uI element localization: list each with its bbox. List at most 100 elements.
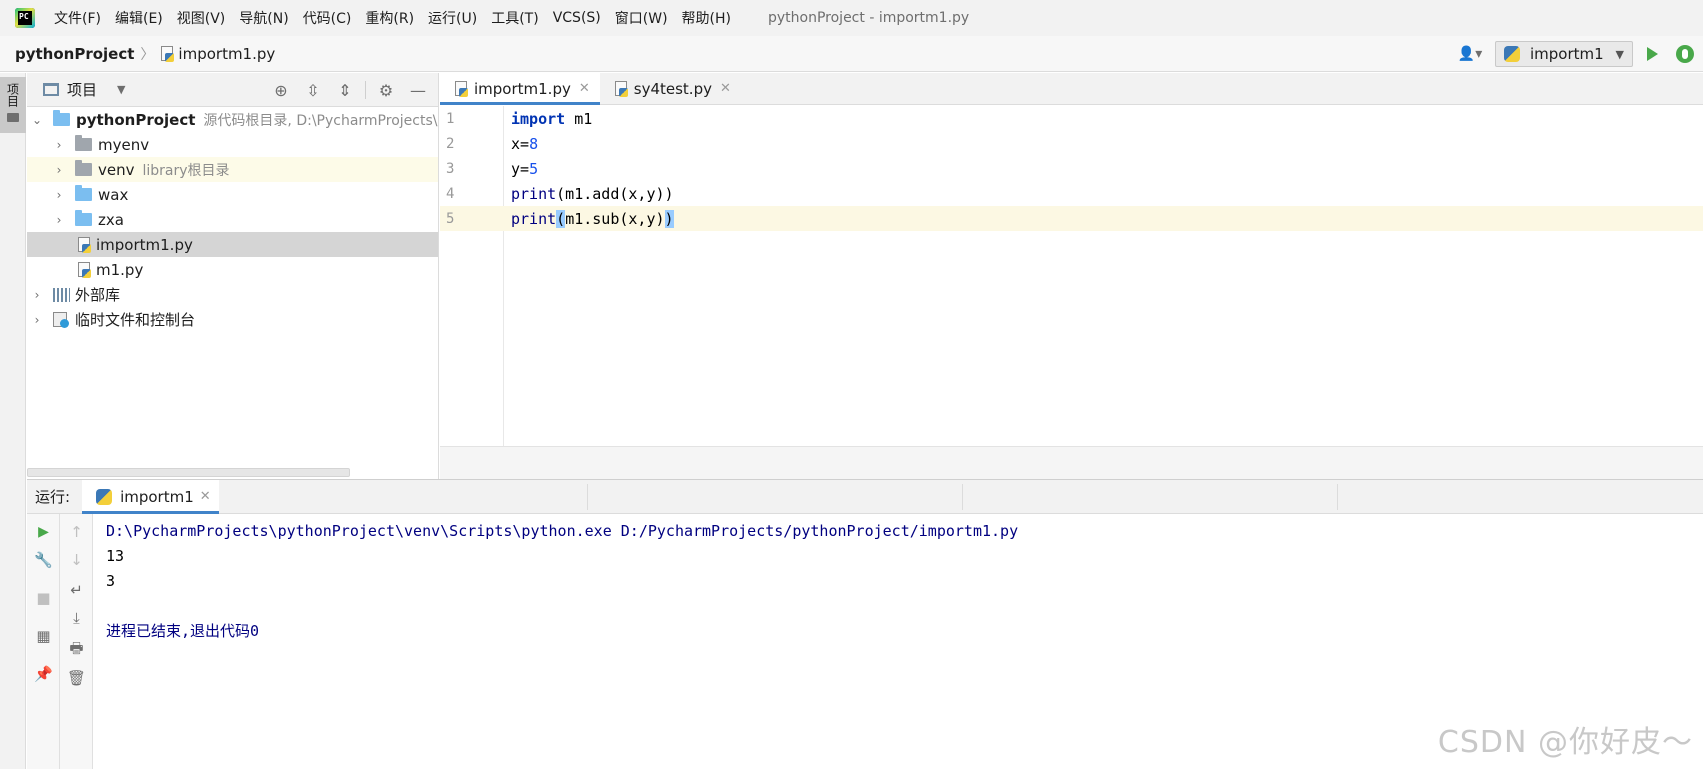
- print-icon[interactable]: 🖶: [60, 638, 93, 662]
- editor: importm1.py ✕ sy4test.py ✕ 1 import m1 2…: [440, 73, 1703, 479]
- run-toolbar-primary: ▶ 🔧 ■ ▦ 📌: [27, 514, 60, 769]
- code-line-current[interactable]: 5 print(m1.sub(x,y)): [440, 206, 1703, 231]
- run-configuration-select[interactable]: importm1 ▼: [1495, 41, 1633, 67]
- pin-icon[interactable]: 📌: [27, 662, 60, 686]
- chevron-right-icon[interactable]: ›: [31, 288, 43, 302]
- arrow-down-icon[interactable]: ↓: [60, 548, 93, 572]
- run-panel-header: 运行: importm1 ✕: [27, 480, 1703, 514]
- menu-code[interactable]: 代码(C): [296, 8, 359, 28]
- tree-item-scratches[interactable]: › 临时文件和控制台: [27, 307, 438, 332]
- user-icon[interactable]: 👤▾: [1451, 42, 1489, 66]
- wrench-icon[interactable]: 🔧: [27, 548, 60, 572]
- code-text: import m1: [511, 109, 593, 128]
- line-number: 3: [446, 160, 455, 177]
- tab-sy4test[interactable]: sy4test.py ✕: [600, 73, 741, 104]
- rerun-icon[interactable]: ▶: [27, 520, 60, 544]
- code-line[interactable]: 1 import m1: [440, 106, 1703, 131]
- chevron-right-icon[interactable]: ›: [53, 188, 65, 202]
- tree-item-wax[interactable]: › wax: [27, 182, 438, 207]
- python-file-icon: [614, 80, 628, 97]
- chevron-down-icon[interactable]: ⌄: [31, 113, 43, 127]
- code-line[interactable]: 4 print(m1.add(x,y)): [440, 181, 1703, 206]
- stop-icon[interactable]: ■: [27, 586, 60, 610]
- chevron-right-icon[interactable]: ›: [31, 313, 43, 327]
- tree-item-myenv[interactable]: › myenv: [27, 132, 438, 157]
- tree-item-pythonproject[interactable]: ⌄ pythonProject 源代码根目录, D:\PycharmProjec…: [27, 107, 438, 132]
- tree-item-label: zxa: [98, 210, 124, 229]
- pycharm-logo-icon: PC: [15, 8, 35, 28]
- menu-view[interactable]: 视图(V): [170, 8, 233, 28]
- collapse-all-icon[interactable]: ⇕: [329, 77, 361, 103]
- left-tool-stripe: 项目: [0, 73, 26, 769]
- menu-help[interactable]: 帮助(H): [675, 8, 738, 28]
- run-button[interactable]: [1647, 47, 1658, 61]
- console-line: 13: [106, 547, 125, 565]
- header-divider: [1337, 484, 1338, 510]
- debug-button[interactable]: [1676, 45, 1694, 63]
- project-panel-title[interactable]: 项目: [67, 79, 97, 100]
- arrow-up-icon[interactable]: ↑: [60, 520, 93, 544]
- breadcrumb-project[interactable]: pythonProject: [15, 45, 134, 63]
- close-icon[interactable]: ✕: [579, 81, 590, 96]
- menu-run[interactable]: 运行(U): [421, 8, 484, 28]
- watermark: CSDN @你好皮～: [1437, 725, 1693, 760]
- tree-item-venv[interactable]: › venv library根目录: [27, 157, 438, 182]
- tab-label: importm1.py: [474, 79, 571, 98]
- chevron-right-icon[interactable]: ›: [53, 213, 65, 227]
- code-line[interactable]: 3 y=5: [440, 156, 1703, 181]
- console-line: 进程已结束,退出代码0: [106, 622, 260, 640]
- close-icon[interactable]: ✕: [200, 489, 211, 504]
- folder-icon: [75, 210, 92, 226]
- expand-all-icon[interactable]: ⇳: [297, 77, 329, 103]
- chevron-down-icon[interactable]: ▼: [117, 83, 125, 96]
- python-file-icon: [454, 80, 468, 97]
- project-tree: ⌄ pythonProject 源代码根目录, D:\PycharmProjec…: [27, 107, 438, 332]
- window-title: pythonProject - importm1.py: [768, 10, 970, 26]
- python-icon: [96, 488, 113, 505]
- menu-bar: PC 文件(F) 编辑(E) 视图(V) 导航(N) 代码(C) 重构(R) 运…: [0, 0, 1703, 36]
- navigation-bar: pythonProject 〉 importm1.py 👤▾ importm1 …: [0, 36, 1703, 72]
- gear-icon[interactable]: ⚙: [370, 77, 402, 103]
- menu-vcs[interactable]: VCS(S): [546, 10, 608, 26]
- code-area[interactable]: 1 import m1 2 x=8 3 y=5 4 print(m1.add(x…: [440, 106, 1703, 446]
- scratch-icon: [53, 311, 70, 328]
- layout-icon[interactable]: ▦: [27, 624, 60, 648]
- minimize-icon[interactable]: —: [402, 77, 434, 103]
- close-icon[interactable]: ✕: [720, 81, 731, 96]
- line-number: 5: [446, 210, 455, 227]
- python-file-icon: [160, 45, 175, 62]
- tab-importm1[interactable]: importm1.py ✕: [440, 73, 600, 105]
- scroll-to-end-icon[interactable]: ⤓: [60, 606, 93, 630]
- menu-tools[interactable]: 工具(T): [484, 8, 545, 28]
- folder-icon: [75, 185, 92, 201]
- tree-item-hint: library根目录: [142, 162, 230, 179]
- breadcrumb-file[interactable]: importm1.py: [178, 45, 275, 63]
- locate-icon[interactable]: ⊕: [265, 77, 297, 103]
- chevron-right-icon[interactable]: ›: [53, 138, 65, 152]
- tree-item-label: myenv: [98, 135, 150, 154]
- run-tab-importm1[interactable]: importm1 ✕: [82, 480, 219, 514]
- tree-item-m1[interactable]: m1.py: [27, 257, 438, 282]
- run-panel: 运行: importm1 ✕ ▶ 🔧 ■ ▦ 📌 ↑ ↓ ↵ ⤓ 🖶 🗑 D:\…: [27, 479, 1703, 769]
- tree-item-zxa[interactable]: › zxa: [27, 207, 438, 232]
- trash-icon[interactable]: 🗑: [60, 666, 93, 690]
- run-toolbar-secondary: ↑ ↓ ↵ ⤓ 🖶 🗑: [60, 514, 93, 769]
- toolbar-divider: [365, 81, 366, 99]
- folder-icon: [75, 135, 92, 151]
- tab-label: sy4test.py: [633, 79, 712, 98]
- chevron-right-icon[interactable]: ›: [53, 163, 65, 177]
- horizontal-scrollbar[interactable]: [27, 468, 350, 477]
- menu-edit[interactable]: 编辑(E): [108, 8, 170, 28]
- project-tool-tab[interactable]: 项目: [0, 77, 26, 133]
- code-line[interactable]: 2 x=8: [440, 131, 1703, 156]
- code-text: y=5: [511, 159, 539, 178]
- tree-item-external-libraries[interactable]: › 外部库: [27, 282, 438, 307]
- project-panel-header: 项目 ▼ ⊕ ⇳ ⇕ ⚙ —: [27, 73, 438, 107]
- tree-item-importm1[interactable]: importm1.py: [27, 232, 438, 257]
- menu-window[interactable]: 窗口(W): [608, 8, 675, 28]
- menu-refactor[interactable]: 重构(R): [358, 8, 421, 28]
- soft-wrap-icon[interactable]: ↵: [60, 578, 93, 602]
- menu-file[interactable]: 文件(F): [47, 8, 108, 28]
- project-panel: 项目 ▼ ⊕ ⇳ ⇕ ⚙ — ⌄ pythonProject 源代码根目录, D…: [27, 73, 439, 479]
- menu-navigate[interactable]: 导航(N): [232, 8, 295, 28]
